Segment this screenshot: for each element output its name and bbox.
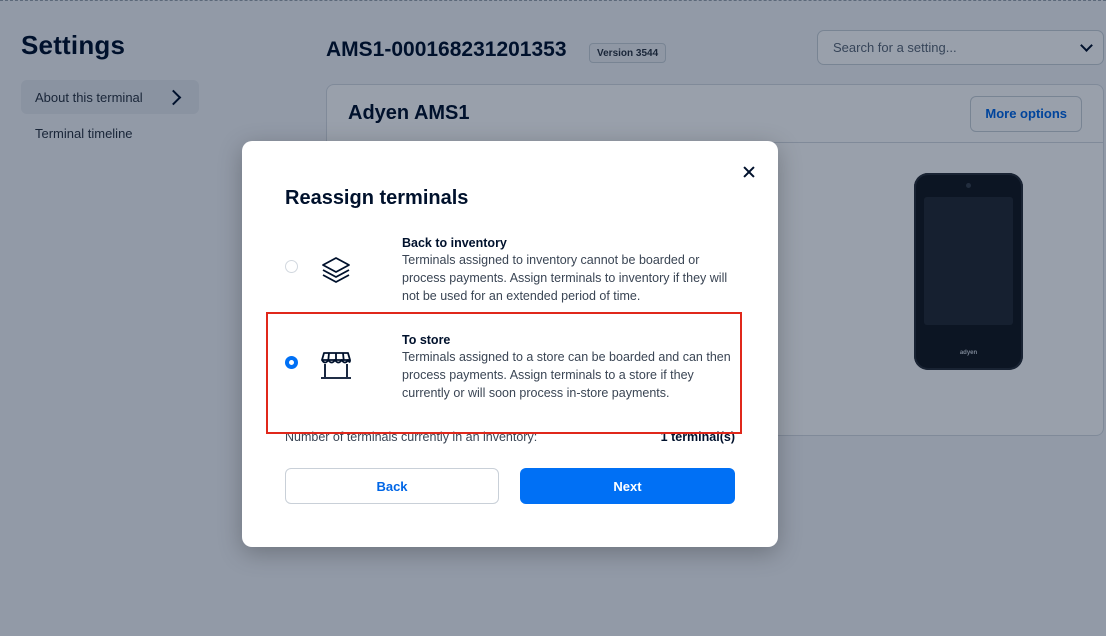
option-description: Terminals assigned to inventory cannot b… — [402, 253, 728, 303]
radio-back-to-inventory[interactable] — [285, 260, 298, 273]
next-button[interactable]: Next — [520, 468, 735, 504]
close-icon[interactable] — [742, 165, 756, 179]
option-text: Back to inventory Terminals assigned to … — [402, 235, 732, 305]
option-title: Back to inventory — [402, 236, 507, 250]
selection-highlight-box — [266, 312, 742, 434]
option-back-to-inventory[interactable]: Back to inventory Terminals assigned to … — [285, 235, 741, 309]
back-button[interactable]: Back — [285, 468, 499, 504]
layers-icon — [322, 257, 350, 283]
modal-title: Reassign terminals — [285, 187, 469, 209]
